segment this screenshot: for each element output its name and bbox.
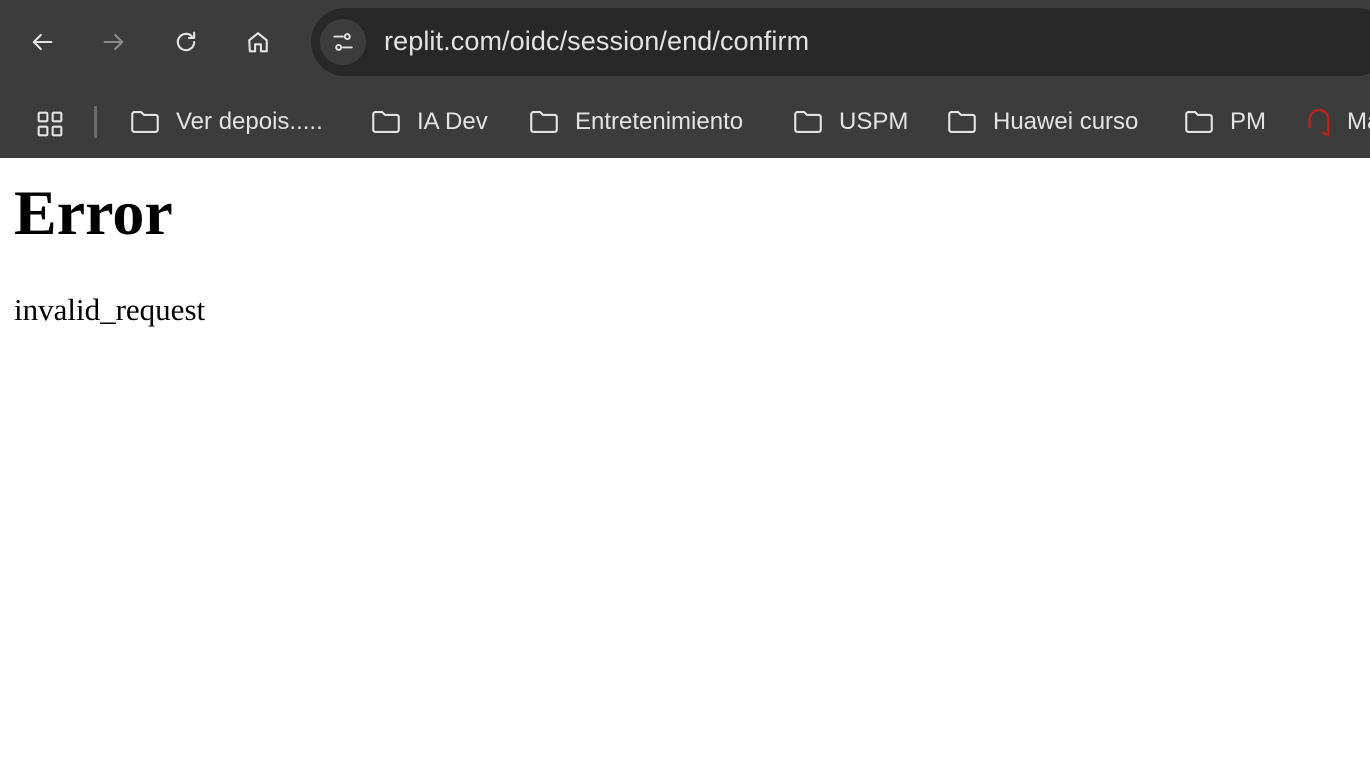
- home-button[interactable]: [238, 22, 278, 62]
- bookmark-folder-pm[interactable]: PM: [1182, 102, 1266, 142]
- folder-icon: [794, 111, 822, 133]
- bookmark-folder-ia-dev[interactable]: IA Dev: [369, 102, 488, 142]
- bookmark-site-ma[interactable]: Ma: [1303, 102, 1370, 142]
- folder-icon: [530, 111, 558, 133]
- back-button[interactable]: [22, 22, 62, 62]
- error-heading: Error: [14, 177, 173, 248]
- browser-toolbar: replit.com/oidc/session/end/confirm: [0, 0, 1370, 84]
- bookmark-folder-entretenimiento[interactable]: Entretenimiento: [527, 102, 743, 142]
- reload-icon: [176, 31, 196, 52]
- browser-chrome: replit.com/oidc/session/end/confirm Ver …: [0, 0, 1370, 158]
- folder-icon: [372, 111, 400, 133]
- bookmark-folder-ver-depois[interactable]: Ver depois.....: [128, 102, 323, 142]
- page-content: Error invalid_request: [0, 158, 1370, 758]
- error-message: invalid_request: [14, 292, 206, 327]
- bookmark-label: Ma: [1347, 108, 1370, 135]
- bookmark-label: Huawei curso: [993, 108, 1139, 135]
- home-icon: [248, 32, 268, 53]
- bookmark-label: PM: [1230, 108, 1266, 135]
- bookmark-label: Ver depois.....: [176, 108, 323, 135]
- forward-button[interactable]: [94, 22, 134, 62]
- folder-icon: [948, 111, 976, 133]
- bookmark-label: IA Dev: [417, 108, 488, 135]
- apps-grid-icon: [37, 111, 63, 137]
- bookmark-label: USPM: [839, 108, 909, 135]
- url-text[interactable]: replit.com/oidc/session/end/confirm: [384, 26, 809, 57]
- bookmark-folder-huawei-curso[interactable]: Huawei curso: [945, 102, 1138, 142]
- site-favicon-icon: [1308, 108, 1330, 137]
- folder-icon: [131, 111, 159, 133]
- bookmarks-divider: [94, 106, 97, 138]
- tune-icon: [333, 33, 353, 51]
- reload-button[interactable]: [166, 22, 206, 62]
- forward-arrow-icon: [103, 33, 124, 51]
- bookmark-label: Entretenimiento: [575, 108, 744, 135]
- back-arrow-icon: [32, 33, 53, 51]
- bookmark-folder-uspm[interactable]: USPM: [791, 102, 908, 142]
- apps-button[interactable]: [31, 105, 69, 143]
- bookmarks-bar: Ver depois..... IA Dev Entretenimiento U…: [0, 84, 1370, 158]
- address-bar[interactable]: replit.com/oidc/session/end/confirm: [311, 8, 1370, 76]
- site-info-button[interactable]: [320, 19, 366, 65]
- folder-icon: [1185, 111, 1213, 133]
